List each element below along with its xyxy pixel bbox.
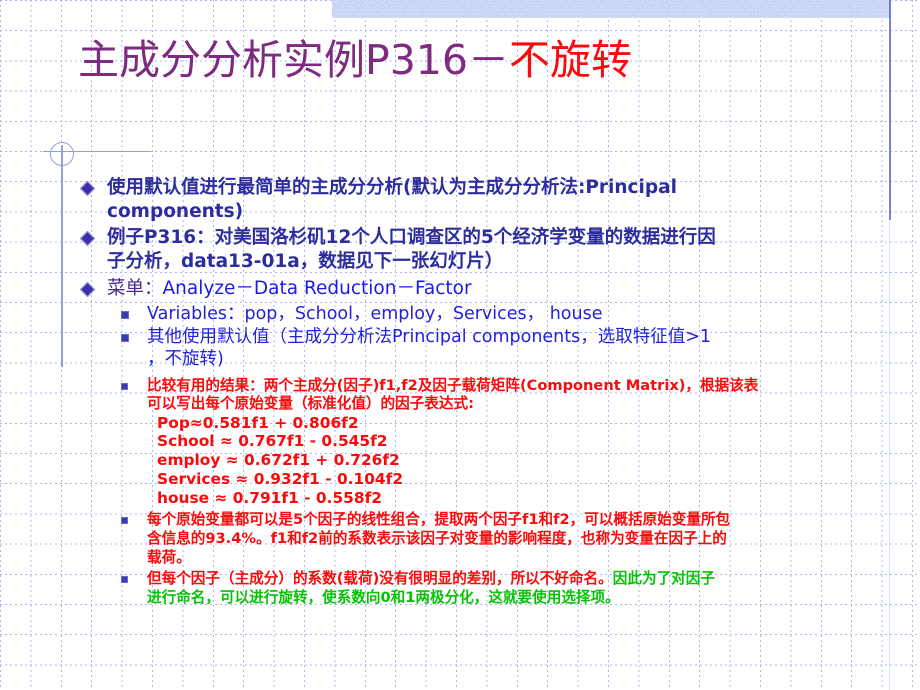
explanation-line-3: 载荷。: [147, 548, 191, 566]
variables-text: Variables：pop，School，employ，Services， ho…: [147, 304, 603, 325]
slide-canvas: 主成分分析实例P316－不旋转 使用默认值进行最简单的主成分分析(默认为主成分分…: [0, 0, 920, 690]
square-bullet-icon: [121, 517, 128, 525]
menu-label: 菜单：: [107, 277, 163, 299]
formula-employ: employ ≈ 0.672f1 + 0.726f2: [157, 451, 400, 470]
explanation-line-2: 含信息的93.4%。f1和f2前的系数表示该因子对变量的影响程度，也称为变量在因…: [147, 530, 727, 547]
page-title: 主成分分析实例P316－不旋转: [78, 36, 632, 84]
explanation-line-1: 每个原始变量都可以是5个因子的线性组合，提取两个因子f1和f2，可以概括原始变量…: [147, 511, 731, 529]
factor-formula-list: Pop≈0.581f1 + 0.806f2 School ≈ 0.767f1 -…: [157, 414, 904, 508]
bullet-level3-item-explanation: 每个原始变量都可以是5个因子的线性组合，提取两个因子f1和f2，可以概括原始变量…: [118, 511, 904, 567]
bullet-level1-text-a: 例子P316：对美国洛杉矶12个人口调查区的5个经济学变量的数据进行因: [107, 227, 716, 249]
diamond-bullet-icon: [80, 181, 95, 196]
bullet-level1-item: 使用默认值进行最简单的主成分分析(默认为主成分分析法:Principal com…: [78, 176, 904, 223]
bullet-level3-item-conclusion: 但每个因子（主成分）的系数(载荷)没有很明显的差别，所以不好命名。因此为了对因子…: [118, 570, 904, 607]
bullet-level2-item-variables: Variables：pop，School，employ，Services， ho…: [118, 303, 904, 325]
bullet-level3-item-results: 比较有用的结果：两个主成分(因子)f1,f2及因子载荷矩阵(Component …: [118, 377, 904, 508]
square-bullet-icon: [121, 311, 129, 320]
decorative-circle-icon: [50, 142, 74, 166]
formula-pop: Pop≈0.581f1 + 0.806f2: [157, 413, 359, 432]
diamond-bullet-icon: [80, 231, 95, 247]
defaults-text-b: ，不旋转): [147, 349, 224, 370]
bullet-level1-text-b: components): [107, 200, 244, 222]
decorative-vertical-line: [61, 145, 63, 367]
formula-house: house ≈ 0.791f1 - 0.558f2: [157, 488, 382, 507]
page-title-main: 主成分分析实例P316－: [78, 36, 509, 84]
bullet-level2-item-defaults: 其他使用默认值（主成分分析法Principal components，选取特征值…: [118, 326, 904, 370]
bullet-level1-text-b: 子分析，data13-01a，数据见下一张幻灯片）: [107, 251, 504, 273]
defaults-text-a: 其他使用默认值（主成分分析法Principal components，选取特征值…: [147, 327, 712, 348]
results-line-1: 比较有用的结果：两个主成分(因子)f1,f2及因子载荷矩阵(Component …: [147, 376, 759, 394]
bullet-level1-item: 例子P316：对美国洛杉矶12个人口调查区的5个经济学变量的数据进行因 子分析，…: [78, 226, 904, 273]
conclusion-green-text-b: 进行命名，可以进行旋转，使系数向0和1两极分化，这就要使用选择项。: [147, 588, 620, 606]
results-line-2: 可以写出每个原始变量（标准化值）的因子表达式:: [147, 395, 474, 413]
page-title-accent: 不旋转: [508, 36, 632, 84]
top-right-texture-band-overlay: [332, 0, 890, 18]
conclusion-green-text-a: 因此为了对因子: [612, 570, 715, 588]
slide-body: 使用默认值进行最简单的主成分分析(默认为主成分分析法:Principal com…: [78, 176, 904, 607]
square-bullet-icon: [121, 382, 128, 390]
bullet-level1-text-a: 使用默认值进行最简单的主成分分析(默认为主成分分析法:Principal: [107, 177, 677, 198]
formula-school: School ≈ 0.767f1 - 0.545f2: [157, 432, 388, 451]
square-bullet-icon: [121, 334, 129, 343]
square-bullet-icon: [121, 576, 128, 584]
conclusion-red-text: 但每个因子（主成分）的系数(载荷)没有很明显的差别，所以不好命名。: [147, 570, 613, 588]
diamond-bullet-icon: [80, 281, 95, 297]
formula-services: Services ≈ 0.932f1 - 0.104f2: [157, 469, 404, 488]
bullet-level1-item-menu: 菜单：Analyze－Data Reduction－Factor: [78, 277, 904, 301]
menu-path: Analyze－Data Reduction－Factor: [162, 277, 472, 299]
